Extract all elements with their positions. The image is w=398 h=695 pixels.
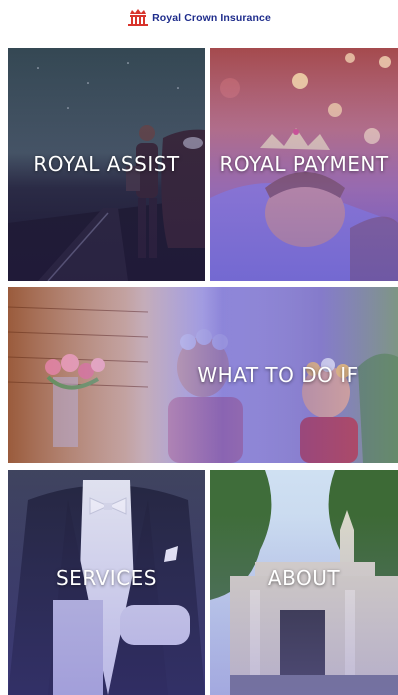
tile-what-to-do-if[interactable]: WHAT TO DO IF (8, 287, 398, 463)
tile-label: ROYAL PAYMENT (219, 151, 389, 176)
tile-label: WHAT TO DO IF (197, 363, 359, 387)
tile-about[interactable]: ABOUT (210, 470, 398, 695)
tile-label: ROYAL ASSIST (33, 151, 180, 176)
brand-name: Royal Crown Insurance (152, 12, 271, 24)
tile-label: ABOUT (267, 565, 341, 590)
brand-logo[interactable]: Royal Crown Insurance (127, 9, 271, 27)
tile-services[interactable]: SERVICES (8, 470, 205, 695)
app-header: Royal Crown Insurance (0, 0, 398, 36)
tile-royal-assist[interactable]: ROYAL ASSIST (8, 48, 205, 281)
tile-label: SERVICES (55, 565, 157, 590)
crown-building-icon (128, 9, 149, 26)
tile-royal-payment[interactable]: ROYAL PAYMENT (210, 48, 398, 281)
